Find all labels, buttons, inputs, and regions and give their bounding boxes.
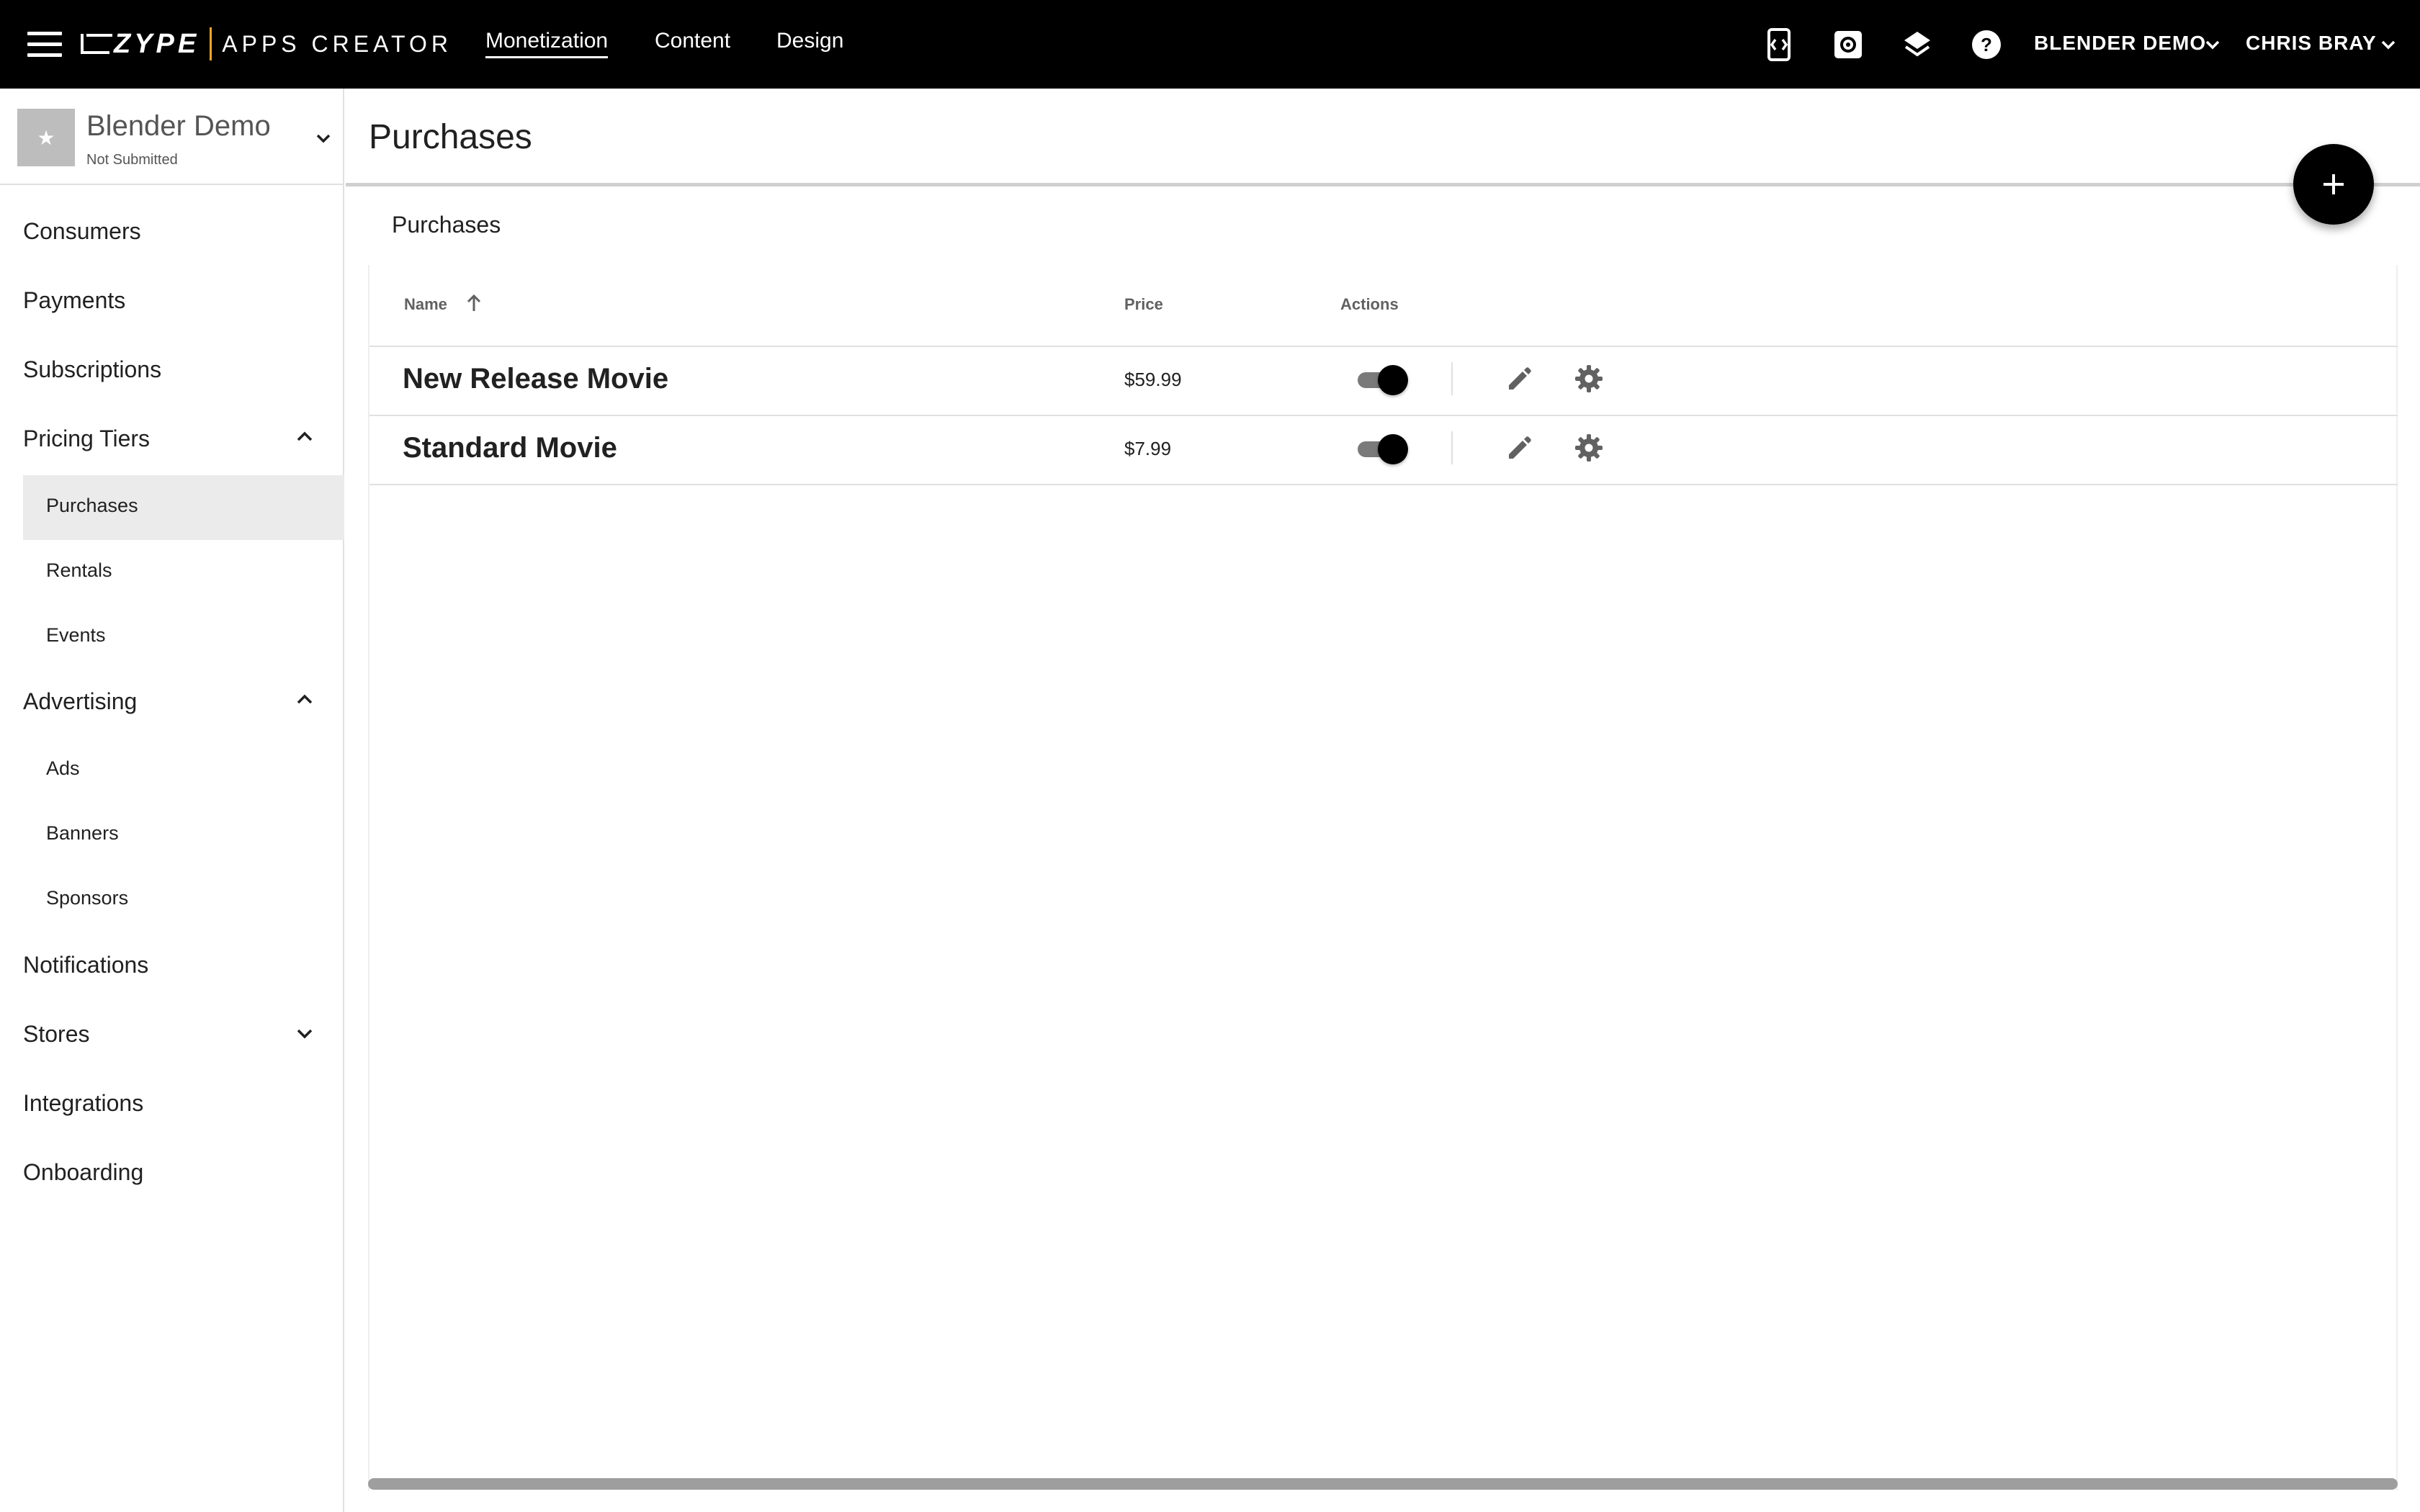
chevron-down-icon[interactable] — [2378, 35, 2398, 55]
row-divider — [369, 415, 2398, 416]
header-divider — [369, 346, 2398, 347]
page-title: Purchases — [369, 118, 532, 156]
enabled-toggle[interactable] — [1356, 362, 1411, 395]
app-switcher[interactable]: BLENDER DEMO — [2034, 32, 2206, 55]
app-name: Blender Demo — [86, 110, 271, 142]
add-purchase-button[interactable] — [2293, 144, 2374, 225]
edit-icon[interactable] — [1503, 362, 1536, 395]
horizontal-scrollbar[interactable] — [368, 1478, 2398, 1490]
user-menu[interactable]: CHRIS BRAY — [2246, 32, 2377, 55]
sidebar-item-ads[interactable]: Ads — [46, 757, 80, 780]
chevron-up-icon[interactable] — [292, 425, 317, 449]
chevron-up-icon[interactable] — [292, 688, 317, 712]
row-divider — [369, 484, 2398, 485]
gear-icon[interactable] — [1572, 362, 1605, 395]
tab-content[interactable]: Content — [655, 29, 730, 53]
sidebar-item-events[interactable]: Events — [46, 624, 106, 647]
zype-logo-mark — [81, 34, 112, 54]
row-name: New Release Movie — [403, 363, 669, 395]
enabled-toggle[interactable] — [1356, 431, 1411, 464]
sidebar-item-rentals[interactable]: Rentals — [46, 559, 112, 582]
column-header-name[interactable]: Name — [404, 295, 447, 314]
sidebar-item-pricing-tiers[interactable]: Pricing Tiers — [23, 426, 150, 452]
sidebar-item-consumers[interactable]: Consumers — [23, 218, 141, 245]
action-divider — [1451, 362, 1453, 395]
sidebar-item-payments[interactable]: Payments — [23, 287, 125, 314]
row-name: Standard Movie — [403, 432, 617, 464]
menu-icon[interactable] — [27, 32, 62, 58]
brand-name: ZYPE — [114, 28, 200, 59]
mobile-preview-icon[interactable] — [1762, 27, 1796, 62]
column-header-actions: Actions — [1340, 295, 1399, 313]
sidebar-item-stores[interactable]: Stores — [23, 1021, 89, 1048]
sidebar-item-subscriptions[interactable]: Subscriptions — [23, 356, 161, 383]
app-selector[interactable]: ★ Blender Demo Not Submitted — [0, 89, 343, 185]
sidebar: ★ Blender Demo Not Submitted Consumers P… — [0, 89, 344, 1512]
help-icon[interactable]: ? — [1969, 27, 2004, 62]
sidebar-item-banners[interactable]: Banners — [46, 822, 119, 845]
layers-icon[interactable] — [1900, 27, 1935, 62]
row-price: $7.99 — [1124, 438, 1172, 459]
chevron-down-icon[interactable] — [292, 1021, 317, 1045]
settings-icon[interactable] — [1831, 27, 1865, 62]
tab-design[interactable]: Design — [776, 29, 843, 53]
title-divider — [346, 183, 2420, 186]
plus-icon — [2323, 174, 2344, 194]
sidebar-item-purchases[interactable]: Purchases — [46, 495, 138, 517]
product-name: APPS CREATOR — [222, 30, 453, 57]
sidebar-item-notifications[interactable]: Notifications — [23, 952, 148, 978]
sidebar-item-sponsors[interactable]: Sponsors — [46, 887, 128, 909]
sidebar-item-onboarding[interactable]: Onboarding — [23, 1159, 143, 1186]
gear-icon[interactable] — [1572, 431, 1605, 464]
brand-logo[interactable]: ZYPE APPS CREATOR — [81, 26, 452, 62]
chevron-down-icon[interactable] — [313, 127, 334, 149]
sort-ascending-icon[interactable] — [463, 292, 485, 314]
row-price: $59.99 — [1124, 369, 1182, 390]
edit-icon[interactable] — [1503, 431, 1536, 464]
app-status: Not Submitted — [86, 152, 178, 168]
action-divider — [1451, 431, 1453, 464]
chevron-down-icon[interactable] — [2202, 35, 2223, 55]
section-label: Purchases — [392, 212, 501, 238]
svg-text:?: ? — [1981, 34, 1992, 55]
app-thumbnail: ★ — [17, 109, 75, 166]
top-app-bar: ZYPE APPS CREATOR Monetization Content D… — [0, 0, 2420, 89]
column-header-price[interactable]: Price — [1124, 295, 1163, 314]
sidebar-item-advertising[interactable]: Advertising — [23, 688, 137, 715]
sidebar-item-integrations[interactable]: Integrations — [23, 1090, 143, 1117]
tab-monetization[interactable]: Monetization — [485, 29, 609, 58]
logo-divider — [210, 27, 212, 60]
purchases-table: Name Price Actions New Release Movie $59… — [368, 265, 2398, 1490]
